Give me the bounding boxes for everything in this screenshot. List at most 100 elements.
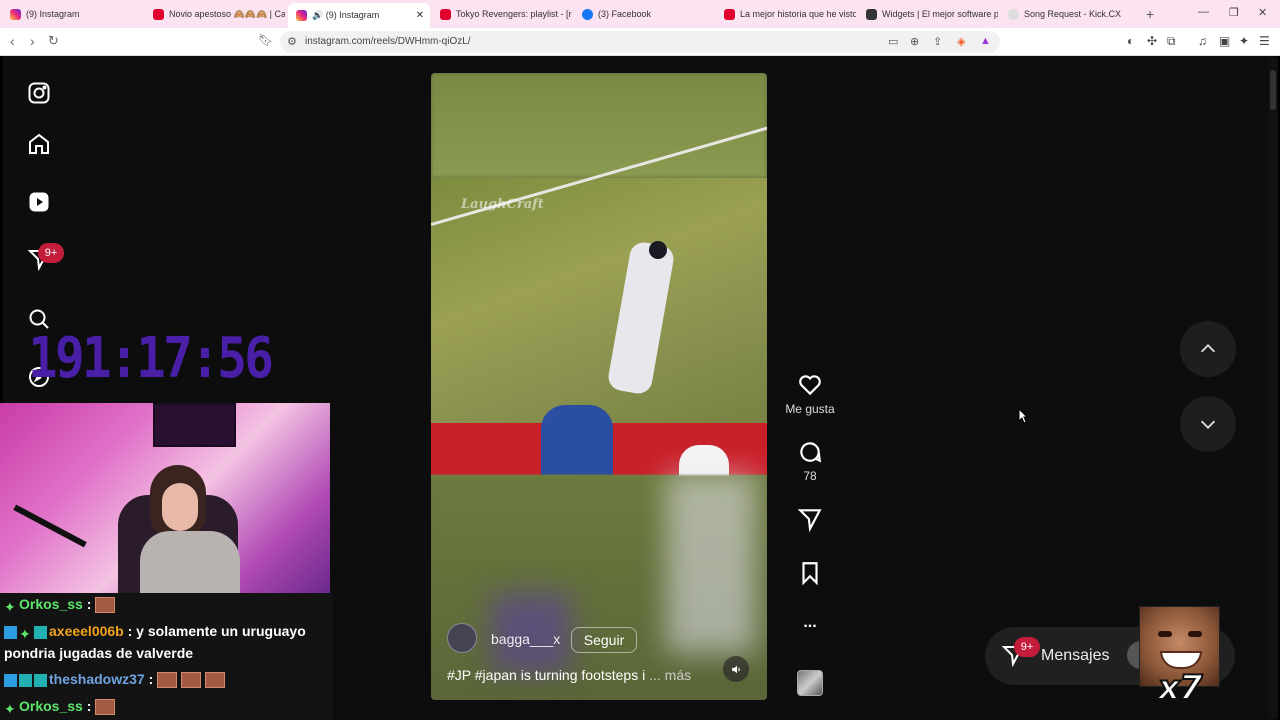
tab[interactable]: (3) Facebook [574,3,714,25]
tab-title: Widgets | El mejor software pa [882,9,998,19]
close-tab-icon[interactable]: ✕ [416,10,424,21]
speaker-icon [731,665,740,673]
wallet-icon[interactable]: ▣ [1219,34,1230,48]
site-info-icon[interactable]: ⚙︎ [287,35,297,48]
reel-video[interactable]: LaughCraft bagga___x Seguir #JP #japan i… [431,73,767,700]
follow-button[interactable]: Seguir [571,627,637,653]
audio-thumbnail[interactable] [797,670,823,696]
chat-message: ✦ axeeel006b : y solamente un uruguayo [4,623,306,642]
tab[interactable]: (9) Instagram [2,3,142,25]
gift-badge-icon [19,673,32,687]
chat-username: axeeel006b [49,623,124,639]
brave-rewards-icon[interactable]: ▲ [980,35,991,47]
chat-message: ✦ Orkos_ss : [4,698,116,717]
screenshot-icon[interactable]: ⧉ [1167,34,1176,49]
caption-text: is turning footsteps i [516,667,646,683]
reel-caption[interactable]: #JP #japan is turning footsteps i ... má… [447,667,691,683]
caption-hashtags[interactable]: #JP #japan [447,667,517,683]
chat-username: Orkos_ss [19,596,83,612]
tab-title: (9) Instagram [26,9,80,19]
leo-ai-icon[interactable]: ✦ [1239,34,1249,48]
share-icon[interactable]: ⇪ [933,35,942,48]
coach-figure [541,405,613,475]
url-bar[interactable]: ⚙︎ instagram.com/reels/DWHmm-qiOzL/ ▭ ⊕ … [280,31,1000,53]
tab-title: Tokyo Revengers: playlist - [rep [456,9,572,19]
chat-text: y solamente un uruguayo [132,623,306,639]
zoom-icon[interactable]: ⊕ [910,35,919,48]
save-button[interactable] [785,560,835,586]
more-options-button[interactable]: ... [785,614,835,632]
microphone-arm [13,504,87,548]
chat-message-continuation: pondria jugadas de valverde [4,645,194,661]
verified-badge-icon: ✦ [4,700,16,717]
music-icon[interactable]: ♫ [1198,34,1207,48]
cast-icon[interactable]: ▭ [888,35,898,48]
tab[interactable]: La mejor historia que he visto [716,3,856,25]
comment-button[interactable]: 78 [785,439,835,483]
streamer-face [162,483,198,531]
widgets-icon [866,8,877,20]
tab-title: (3) Facebook [598,9,652,19]
gift-badge-icon [34,625,47,639]
close-window-icon[interactable]: ✕ [1258,6,1267,19]
tab-title: La mejor historia que he visto [740,9,856,19]
youtube-icon [440,8,451,20]
tab-title: Novio apestoso 🙈🙈🙈 | Cas [169,8,285,19]
chat-separator: : [123,623,133,639]
emote-icon [157,672,178,689]
chat-message: ✦ Orkos_ss : [4,596,116,615]
comment-count: 78 [803,469,817,483]
youtube-icon [724,8,735,20]
scrollbar-thumb[interactable] [1270,70,1276,110]
chevron-down-icon [1200,420,1216,429]
mute-button[interactable] [723,656,749,682]
heart-icon [799,375,821,396]
tab-active[interactable]: 🔊 (9) Instagram ✕ [288,3,430,28]
share-button[interactable] [785,506,835,532]
bookmark-icon[interactable]: 🔖︎ [258,33,273,47]
instagram-logo-icon[interactable] [26,80,52,106]
streamer-body [140,531,240,593]
caption-more-link[interactable]: ... más [649,667,691,683]
comment-icon [800,442,822,463]
tab[interactable]: Tokyo Revengers: playlist - [rep [432,3,572,25]
verified-badge-icon: ✦ [19,625,31,642]
stream-timer: 191:17:56 [28,326,274,391]
verified-badge-icon: ✦ [4,598,16,615]
video-blur-top [431,73,767,178]
reel-username[interactable]: bagga___x [491,631,560,647]
subscriber-badge-icon [4,625,17,639]
reload-icon[interactable]: ↻ [48,33,59,49]
next-reel-button[interactable] [1180,396,1236,452]
home-icon[interactable] [26,131,52,157]
chat-username: theshadowz37 [49,671,145,687]
tab[interactable]: Song Request - Kick.CX [1000,3,1140,25]
forward-icon[interactable]: › [30,33,35,49]
new-tab-button[interactable]: + [1146,6,1154,22]
emote-icon [95,597,116,614]
puzzle-icon[interactable]: ✣ [1147,34,1157,48]
scrollbar[interactable] [1268,58,1278,718]
previous-reel-button[interactable] [1180,321,1236,377]
bookmark-icon [802,562,818,586]
restore-icon[interactable]: ❐ [1229,6,1239,19]
extension-icon[interactable]: ◐ [1127,34,1134,48]
chat-separator: : [144,671,154,687]
brave-shield-icon[interactable]: ◈ [957,35,965,48]
reels-icon[interactable] [26,189,52,215]
messages-badge: 9+ [1014,637,1040,657]
url-text[interactable]: instagram.com/reels/DWHmm-qiOzL/ [305,36,471,47]
video-watermark: LaughCraft [461,197,544,212]
back-icon[interactable]: ‹ [10,33,15,49]
menu-icon[interactable]: ☰ [1259,34,1270,48]
messages-label: Mensajes [1041,647,1110,664]
like-button[interactable]: Me gusta [785,372,835,416]
tab[interactable]: Novio apestoso 🙈🙈🙈 | Cas [145,3,285,25]
wall-picture [153,403,236,447]
chevron-up-icon [1200,344,1216,353]
tab[interactable]: Widgets | El mejor software pa [858,3,998,25]
avatar[interactable] [447,623,477,653]
emote-icon [205,672,226,689]
like-label: Me gusta [785,402,835,416]
minimize-icon[interactable]: — [1198,6,1209,18]
